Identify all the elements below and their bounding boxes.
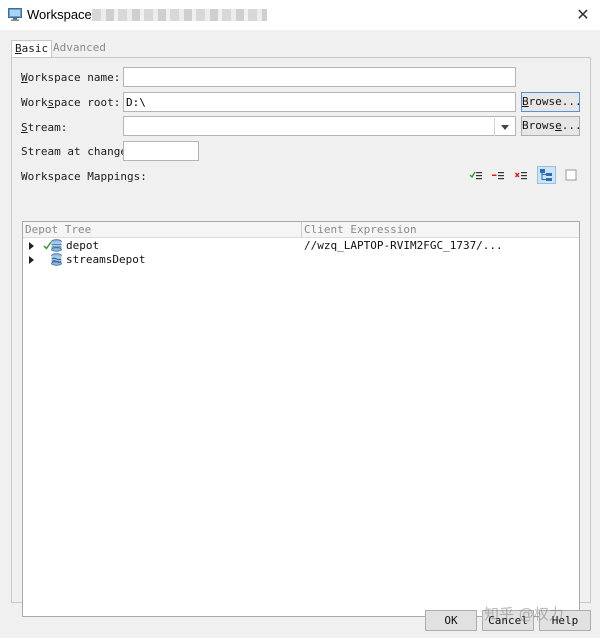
tab-basic[interactable]: Basic [11,40,53,57]
close-button[interactable]: ✕ [572,5,594,25]
tree-view-icon[interactable] [537,166,556,184]
browse-root-mnemonic: B [522,95,529,108]
stream-label: Stream: [21,121,67,134]
workspace-root-label-pre: Work [21,96,48,109]
depot-tree-name: depot [66,239,100,252]
workspace-root-label-post: pace root: [54,96,121,109]
table-row[interactable]: depot //wzq_LAPTOP-RVIM2FGC_1737/... [23,239,579,253]
stream-browse-button[interactable]: Browse... [521,116,582,136]
table-row[interactable]: streamsDepot [23,253,579,267]
stream-at-change-input[interactable] [123,141,199,161]
text-view-icon[interactable] [564,168,578,182]
tab-basic-mnemonic: B [15,42,22,55]
include-mapping-icon[interactable] [469,168,483,182]
client-expression-value: //wzq_LAPTOP-RVIM2FGC_1737/... [304,239,503,252]
browse-root-label: rowse... [528,95,582,108]
ok-button[interactable]: OK [425,610,477,631]
workspace-name-label: Workspace name: [21,71,120,84]
tab-basic-label: asic [21,42,49,55]
dialog-body: Basic Advanced Workspace name: Workspace… [0,30,600,638]
workspace-root-input[interactable] [123,92,516,112]
workspace-name-input[interactable] [123,67,516,87]
column-header-depot-tree[interactable]: Depot Tree [25,223,91,236]
browse-stream-label-pre: Brows [522,119,556,132]
workspace-root-label: Workspace root: [21,96,120,109]
basic-panel: Workspace name: Workspace root: Browse..… [11,57,591,617]
help-button[interactable]: Help [539,610,591,631]
monitor-icon [8,8,22,21]
stream-combobox[interactable] [123,116,516,136]
window-title: Workspace: [27,7,96,22]
depot-icon [51,239,62,252]
browse-stream-mnemonic: e [555,119,562,132]
workspace-name-label-text: orkspace name: [27,71,121,84]
column-divider[interactable] [301,222,302,238]
expand-arrow-icon[interactable] [29,242,34,250]
column-header-client-expression[interactable]: Client Expression [304,223,417,236]
workspace-name-mnemonic: W [21,71,28,84]
remove-mapping-icon[interactable] [514,168,528,182]
workspace-root-browse-button[interactable]: Browse... [521,92,582,112]
chevron-down-icon[interactable] [494,118,514,136]
cancel-button[interactable]: Cancel [482,610,534,631]
stream-at-change-label: Stream at change: [21,145,134,158]
expand-arrow-icon[interactable] [29,256,34,264]
streams-depot-icon [51,253,62,266]
stream-mnemonic: S [21,121,28,134]
depot-tree-table[interactable]: Depot Tree Client Expression depot //wzq… [22,221,580,617]
exclude-mapping-icon[interactable] [491,168,505,182]
depot-tree-name: streamsDepot [66,253,146,266]
stream-label-text: tream: [27,121,68,134]
title-redacted [92,9,267,21]
workspace-mappings-label: Workspace Mappings: [21,170,147,183]
browse-stream-label-post: ... [561,119,582,132]
title-bar: Workspace: ✕ [0,0,600,30]
table-header: Depot Tree Client Expression [23,222,579,238]
tab-advanced[interactable]: Advanced [50,40,109,57]
